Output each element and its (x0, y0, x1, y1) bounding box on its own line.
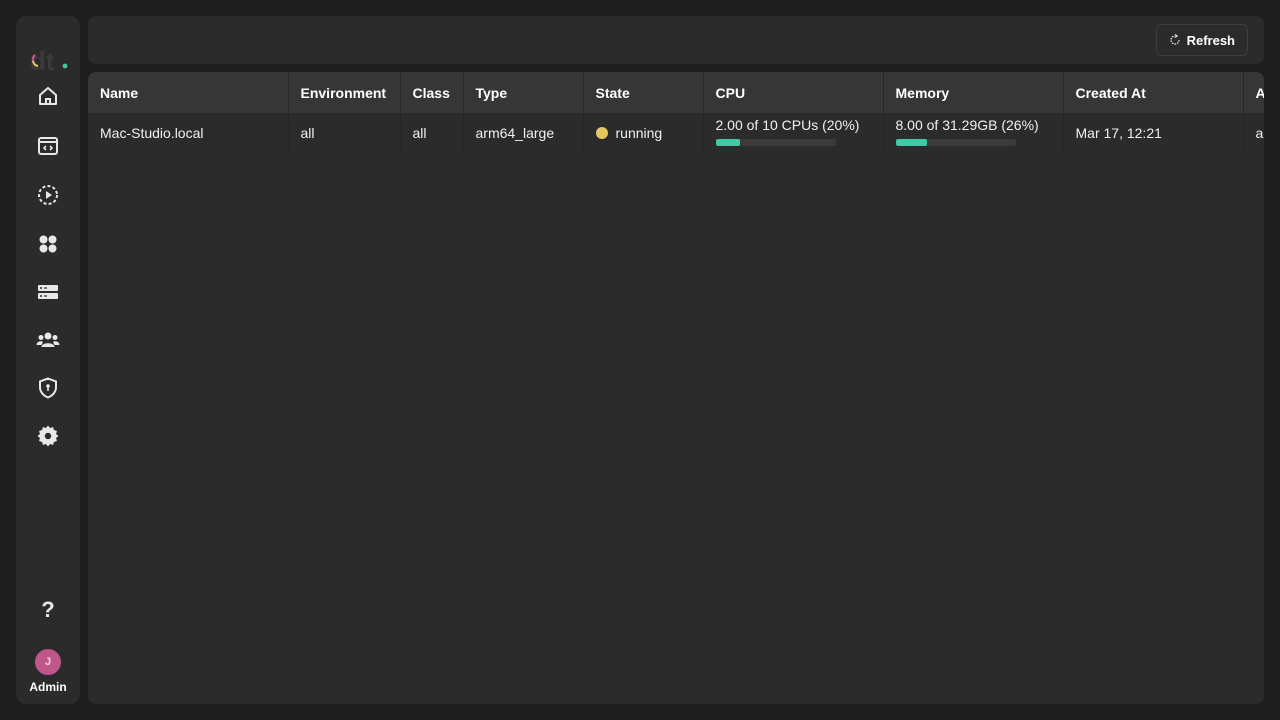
column-header-name[interactable]: Name (88, 72, 289, 113)
cpu-usage-bar (715, 139, 836, 146)
column-header-cpu[interactable]: CPU (703, 72, 884, 113)
cell-environment: all (288, 113, 401, 152)
runners-table-panel: Name Environment Class Type State CPU Me… (88, 72, 1264, 704)
apps-grid-icon (39, 235, 57, 253)
cell-state: running (583, 113, 704, 152)
top-toolbar: Refresh (88, 16, 1264, 64)
shield-keyhole-icon (39, 377, 57, 399)
cell-class: all (400, 113, 464, 152)
avatar[interactable]: J (35, 649, 61, 675)
cell-truncated: ar (1243, 113, 1264, 152)
sidebar-item-apps[interactable] (32, 228, 64, 260)
cell-cpu: 2.00 of 10 CPUs (20%) (703, 113, 884, 152)
code-window-icon (38, 137, 58, 155)
column-header-environment[interactable]: Environment (288, 72, 401, 113)
column-header-state[interactable]: State (583, 72, 704, 113)
cell-created-at: Mar 17, 12:21 (1063, 113, 1244, 152)
state-label: running (615, 124, 663, 141)
runners-table: Name Environment Class Type State CPU Me… (88, 72, 1264, 152)
memory-usage-fill (895, 139, 927, 146)
column-header-truncated[interactable]: A (1243, 72, 1264, 113)
column-header-class[interactable]: Class (400, 72, 464, 113)
column-header-type[interactable]: Type (463, 72, 584, 113)
play-circle-icon (38, 185, 58, 205)
sidebar-item-users[interactable] (32, 324, 64, 356)
sidebar-item-settings[interactable] (32, 420, 64, 452)
sidebar-item-security[interactable] (32, 372, 64, 404)
table-row[interactable]: Mac-Studio.local all all arm64_large run… (88, 113, 1264, 152)
memory-usage-bar (895, 139, 1016, 146)
cpu-usage-text: 2.00 of 10 CPUs (20%) (715, 117, 860, 133)
cell-memory: 8.00 of 31.29GB (26%) (883, 113, 1064, 152)
cpu-usage-fill (715, 139, 740, 146)
cell-name: Mac-Studio.local (88, 113, 289, 152)
logo-mark: dt (30, 46, 68, 76)
gear-icon (37, 425, 59, 447)
users-icon (36, 332, 60, 347)
sidebar-item-servers[interactable] (32, 276, 64, 308)
app-logo[interactable]: dt (16, 44, 80, 76)
server-icon (38, 285, 58, 299)
home-icon (39, 87, 57, 105)
refresh-icon (1169, 34, 1180, 45)
sidebar: dt ? J Admin (16, 16, 80, 704)
column-header-created-at[interactable]: Created At (1063, 72, 1244, 113)
sidebar-item-workspaces[interactable] (32, 130, 64, 162)
sidebar-item-home[interactable] (32, 80, 64, 112)
refresh-button[interactable]: Refresh (1155, 24, 1248, 56)
table-header-row: Name Environment Class Type State CPU Me… (88, 72, 1264, 113)
state-running-dot (595, 126, 608, 139)
sidebar-item-jobs[interactable] (32, 179, 64, 211)
refresh-label: Refresh (1186, 32, 1235, 48)
cell-type: arm64_large (463, 113, 584, 152)
user-role-label: Admin (29, 680, 67, 694)
column-header-memory[interactable]: Memory (883, 72, 1064, 113)
memory-usage-text: 8.00 of 31.29GB (26%) (895, 117, 1039, 133)
help-icon[interactable]: ? (32, 597, 64, 627)
